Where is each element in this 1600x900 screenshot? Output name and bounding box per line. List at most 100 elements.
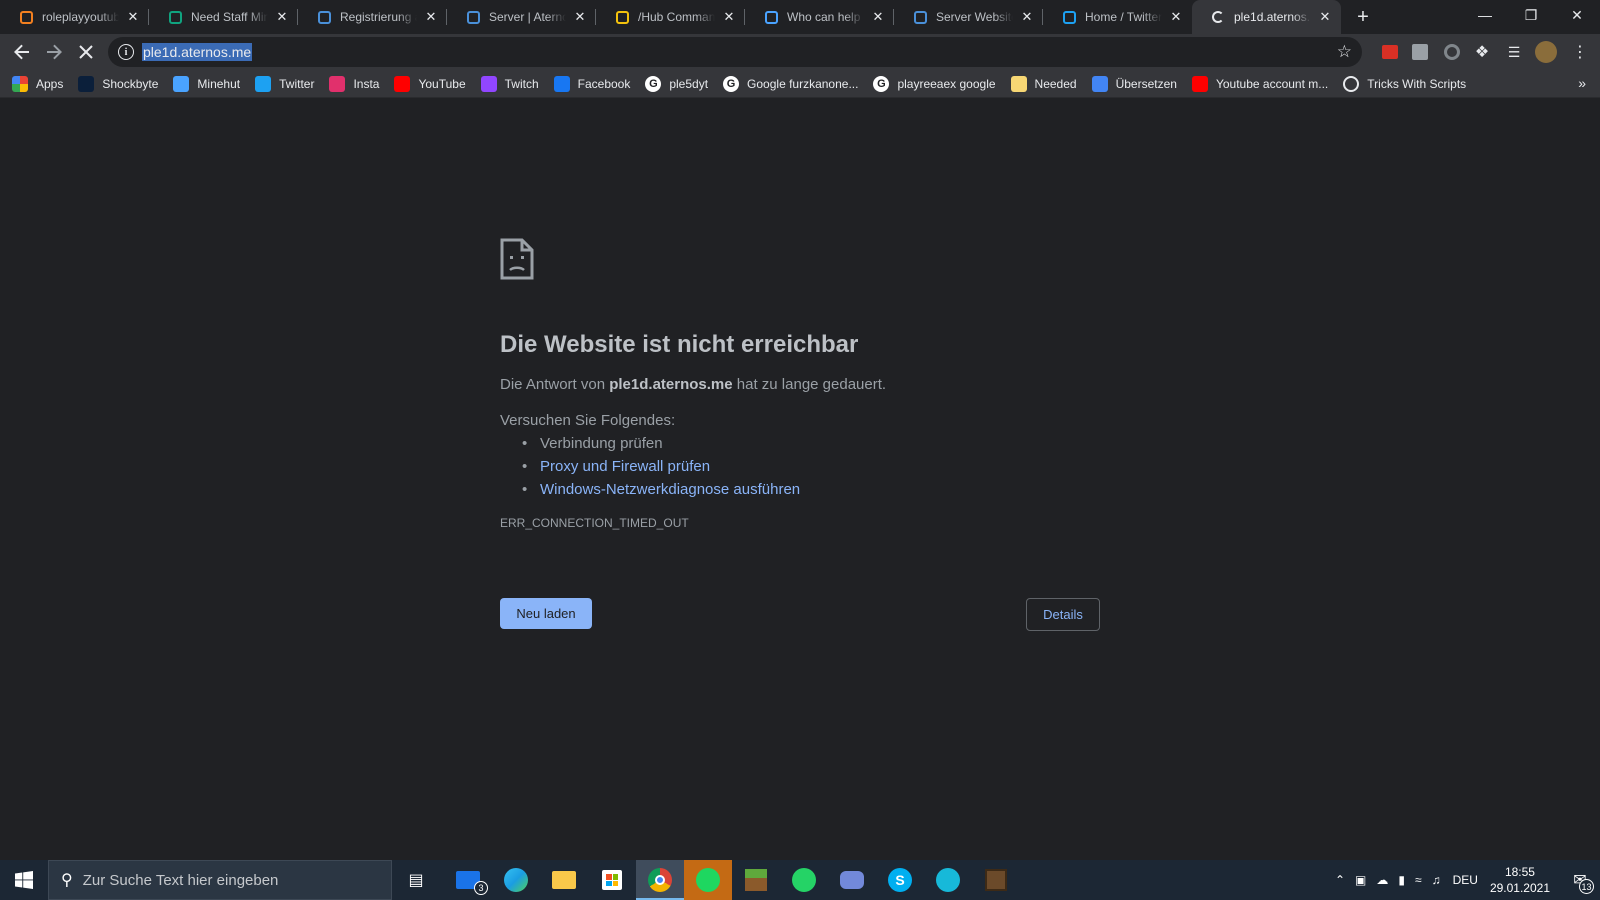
extension-circle-icon[interactable]	[1438, 37, 1466, 67]
suggestion-item[interactable]: Proxy und Firewall prüfen	[522, 458, 1100, 475]
whatsapp-icon[interactable]	[780, 860, 828, 900]
translate-icon	[1091, 75, 1108, 92]
tab-title: ple1d.aternos.me	[1234, 10, 1311, 24]
bookmark-label: ple5dyt	[669, 76, 709, 91]
bookmarks-overflow-icon[interactable]: »	[1578, 75, 1586, 91]
spotify-app-icon[interactable]	[684, 860, 732, 900]
discord-icon[interactable]	[828, 860, 876, 900]
bookmark-item[interactable]: Minehut	[173, 75, 241, 92]
clock[interactable]: 18:55 29.01.2021	[1490, 864, 1550, 896]
address-url[interactable]: ple1d.aternos.me	[142, 43, 253, 61]
extension-grey-icon[interactable]	[1406, 37, 1434, 67]
tab-title: Home / Twitter	[1085, 10, 1162, 24]
bookmark-item[interactable]: Facebook	[553, 75, 630, 92]
bookmark-star-icon[interactable]: ☆	[1337, 42, 1352, 62]
suggestion-link[interactable]: Windows-Netzwerkdiagnose ausführen	[540, 481, 800, 498]
tab-close-icon[interactable]: ✕	[274, 9, 290, 25]
onedrive-icon[interactable]: ☁	[1376, 873, 1388, 887]
reload-button[interactable]: Neu laden	[500, 598, 592, 629]
language-indicator[interactable]: DEU	[1453, 873, 1478, 887]
taskbar-search[interactable]: ⚲ Zur Suche Text hier eingeben	[48, 860, 392, 900]
stop-x-icon	[79, 45, 93, 59]
wifi-icon[interactable]: ≈	[1415, 873, 1422, 887]
suggestion-link[interactable]: Proxy und Firewall prüfen	[540, 458, 710, 475]
bookmark-item[interactable]: Gple5dyt	[645, 75, 709, 92]
file-explorer-icon[interactable]	[540, 860, 588, 900]
meet-now-icon[interactable]: ▣	[1355, 873, 1366, 887]
bookmark-label: Needed	[1034, 76, 1077, 91]
new-tab-button[interactable]: +	[1349, 3, 1377, 31]
bookmark-label: Übersetzen	[1115, 76, 1177, 91]
restore-button[interactable]: ❐	[1508, 0, 1554, 30]
forward-arrow-icon	[47, 44, 62, 60]
browser-tab[interactable]: Server | Aternos ✕	[447, 0, 596, 34]
bookmark-item[interactable]: Twitch	[480, 75, 539, 92]
profile-avatar[interactable]	[1532, 37, 1560, 67]
bookmark-item[interactable]: Needed	[1010, 75, 1077, 92]
bookmark-label: Twitter	[279, 76, 315, 91]
tab-close-icon[interactable]: ✕	[125, 9, 141, 25]
tab-close-icon[interactable]: ✕	[1019, 9, 1035, 25]
minimize-button[interactable]: —	[1462, 0, 1508, 30]
browser-menu-icon[interactable]: ⋮	[1566, 37, 1594, 67]
tab-title: /Hub Command	[638, 10, 715, 24]
site-info-icon[interactable]: i	[118, 44, 134, 60]
error-message-suffix: hat zu lange gedauert.	[732, 376, 887, 393]
tab-close-icon[interactable]: ✕	[721, 9, 737, 25]
back-button[interactable]	[6, 36, 38, 68]
bookmark-item[interactable]: Twitter	[255, 75, 315, 92]
bookmark-label: Youtube account m...	[1215, 76, 1329, 91]
browser-tab[interactable]: roleplayyoutuber ✕	[0, 0, 149, 34]
bookmark-list: Apps Shockbyte Minehut Twitter Insta YouTube T…	[12, 75, 1481, 92]
tab-close-icon[interactable]: ✕	[423, 9, 439, 25]
browser-tab[interactable]: Home / Twitter ✕	[1043, 0, 1192, 34]
mail-app-icon[interactable]: 3	[444, 860, 492, 900]
tab-close-icon[interactable]: ✕	[572, 9, 588, 25]
bookmark-item[interactable]: Übersetzen	[1091, 75, 1177, 92]
skype-icon[interactable]: S	[876, 860, 924, 900]
bookmark-label: Minehut	[197, 76, 241, 91]
tab-close-icon[interactable]: ✕	[1317, 9, 1333, 25]
minecraft-grass-icon[interactable]	[732, 860, 780, 900]
bookmark-item[interactable]: YouTube	[394, 75, 466, 92]
browser-tab[interactable]: ple1d.aternos.me ✕	[1192, 0, 1341, 34]
bookmark-item[interactable]: Gplayreeaex google	[873, 75, 996, 92]
stop-loading-button[interactable]	[70, 36, 102, 68]
bookmark-item[interactable]: Insta	[329, 75, 379, 92]
instagram-icon	[329, 75, 346, 92]
page-content: Die Website ist nicht erreichbar Die Ant…	[0, 98, 1600, 860]
extension-red-icon[interactable]	[1376, 37, 1404, 67]
browser-tab[interactable]: Need Staff Minecraft ✕	[149, 0, 298, 34]
chrome-app-icon[interactable]	[636, 860, 684, 900]
tray-overflow-icon[interactable]: ⌃	[1335, 873, 1345, 887]
ms-store-icon[interactable]	[588, 860, 636, 900]
browser-tab[interactable]: Server Website - ✕	[894, 0, 1043, 34]
volume-icon[interactable]: ♫	[1432, 873, 1441, 887]
address-bar[interactable]: i ple1d.aternos.me ☆	[108, 37, 1362, 67]
reading-list-icon[interactable]: ☰	[1500, 37, 1528, 67]
battery-icon[interactable]: ▮	[1398, 873, 1405, 887]
details-button[interactable]: Details	[1026, 598, 1100, 631]
close-window-button[interactable]: ✕	[1554, 0, 1600, 30]
browser-tab[interactable]: Registrierung ab ✕	[298, 0, 447, 34]
start-button[interactable]	[0, 860, 48, 900]
browser-tab[interactable]: Who can help - I ✕	[745, 0, 894, 34]
edge-browser-icon[interactable]	[492, 860, 540, 900]
teamviewer-icon[interactable]	[924, 860, 972, 900]
aternos-favicon	[465, 9, 481, 25]
bookmark-item[interactable]: G Google furzkanone...	[723, 75, 858, 92]
notification-center-button[interactable]: ✉ 13	[1560, 860, 1600, 900]
tab-close-icon[interactable]: ✕	[1168, 9, 1184, 25]
bookmark-item[interactable]: Shockbyte	[78, 75, 158, 92]
browser-tab[interactable]: /Hub Command ✕	[596, 0, 745, 34]
minecraft-launcher-icon[interactable]	[972, 860, 1020, 900]
task-view-icon[interactable]: ▤	[392, 860, 440, 900]
bookmark-item[interactable]: Tricks With Scripts	[1343, 75, 1466, 92]
folder-icon	[1010, 75, 1027, 92]
tab-close-icon[interactable]: ✕	[870, 9, 886, 25]
bookmark-item[interactable]: Youtube account m...	[1191, 75, 1329, 92]
suggestion-item[interactable]: Windows-Netzwerkdiagnose ausführen	[522, 481, 1100, 498]
forward-button[interactable]	[38, 36, 70, 68]
extensions-puzzle-icon[interactable]: ❖	[1468, 37, 1496, 67]
bookmark-item[interactable]: Apps	[12, 75, 63, 92]
